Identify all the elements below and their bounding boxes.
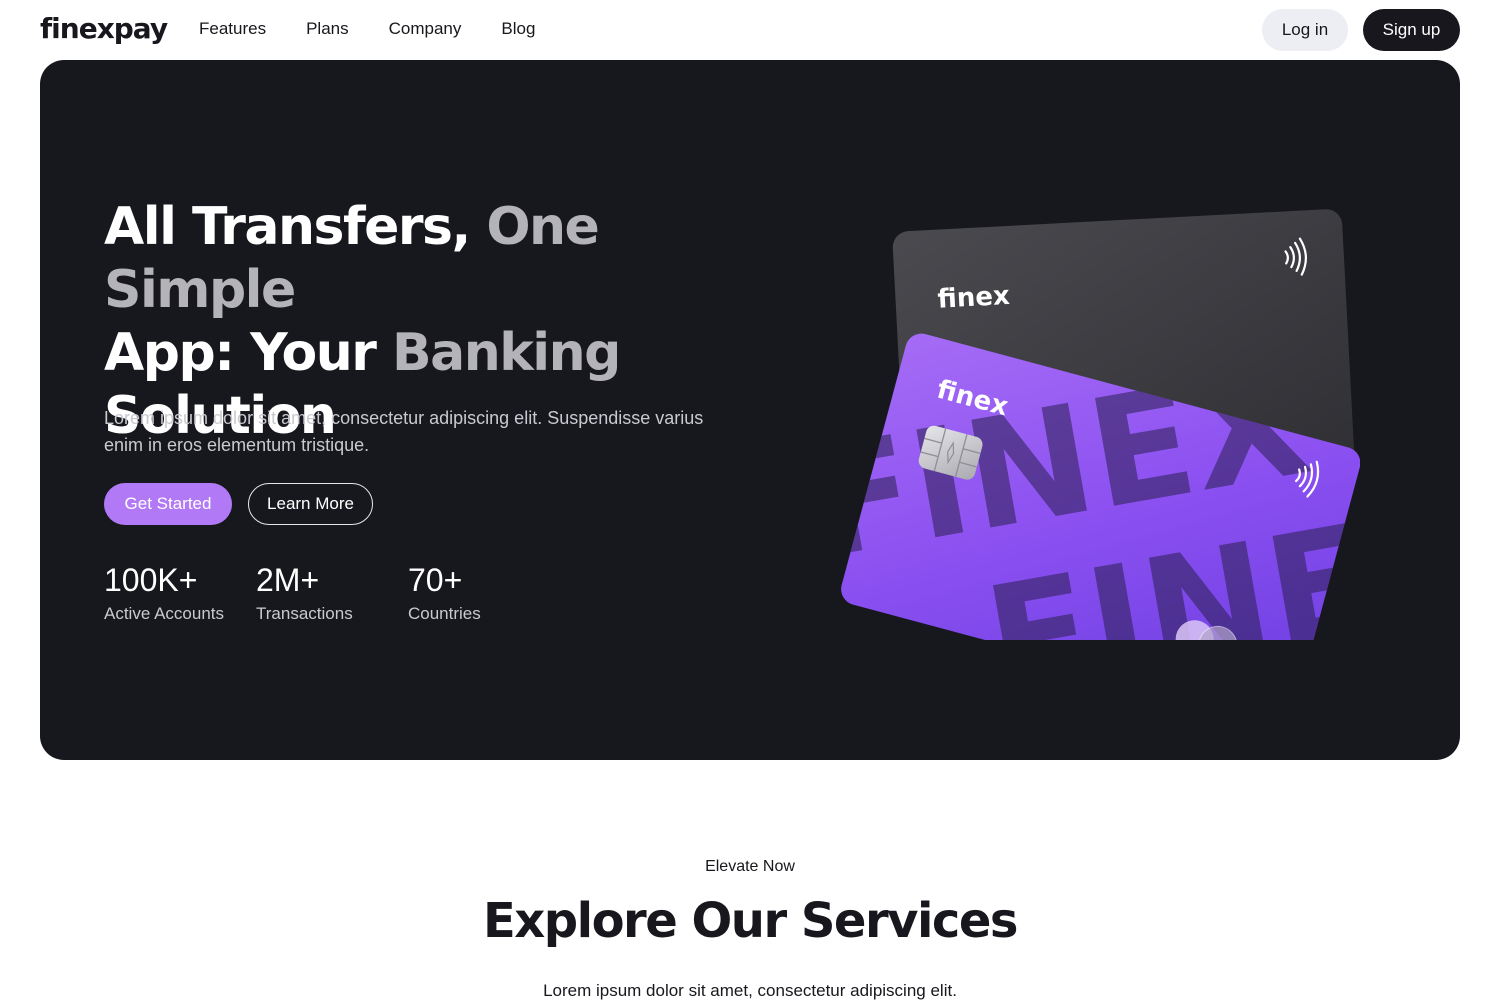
stat-label: Transactions <box>256 604 353 623</box>
stat-transactions: 2M+ Transactions <box>256 560 353 624</box>
get-started-button[interactable]: Get Started <box>104 483 232 525</box>
nav-link-plans[interactable]: Plans <box>306 19 349 39</box>
hero-title-part3: App: Your <box>104 323 392 383</box>
nav-links: Features Plans Company Blog <box>199 19 535 39</box>
hero-title-part1: All Transfers, <box>104 197 487 257</box>
stat-countries: 70+ Countries <box>408 560 481 624</box>
nav-link-company[interactable]: Company <box>389 19 462 39</box>
nav-link-features[interactable]: Features <box>199 19 266 39</box>
login-button[interactable]: Log in <box>1262 9 1348 51</box>
finexpay-logo[interactable]: finexpay <box>40 12 168 45</box>
hero-subtitle: Lorem ipsum dolor sit amet, consectetur … <box>104 408 704 455</box>
signup-button[interactable]: Sign up <box>1363 9 1460 51</box>
stat-value: 2M+ <box>256 562 320 598</box>
credit-cards-illustration: finex FINEX FINEX finex <box>838 209 1360 640</box>
nav-link-blog[interactable]: Blog <box>501 19 535 39</box>
stat-label: Active Accounts <box>104 604 225 623</box>
stat-value: 70+ <box>408 562 463 598</box>
services-subtitle: Lorem ipsum dolor sit amet, consectetur … <box>543 981 957 1000</box>
learn-more-button[interactable]: Learn More <box>248 483 373 525</box>
stat-label: Countries <box>408 604 481 623</box>
services-title: Explore Our Services <box>483 893 1018 949</box>
back-card-brand: finex <box>937 281 1011 315</box>
stat-active-accounts: 100K+ Active Accounts <box>104 560 224 624</box>
top-navigation: finexpay Features Plans Company Blog Log… <box>0 0 1500 60</box>
services-eyebrow: Elevate Now <box>705 858 795 875</box>
hero-section: All Transfers, One Simple App: Your Banki… <box>40 60 1460 760</box>
stat-value: 100K+ <box>104 562 198 598</box>
hero-title-part4: Banking <box>391 323 621 383</box>
